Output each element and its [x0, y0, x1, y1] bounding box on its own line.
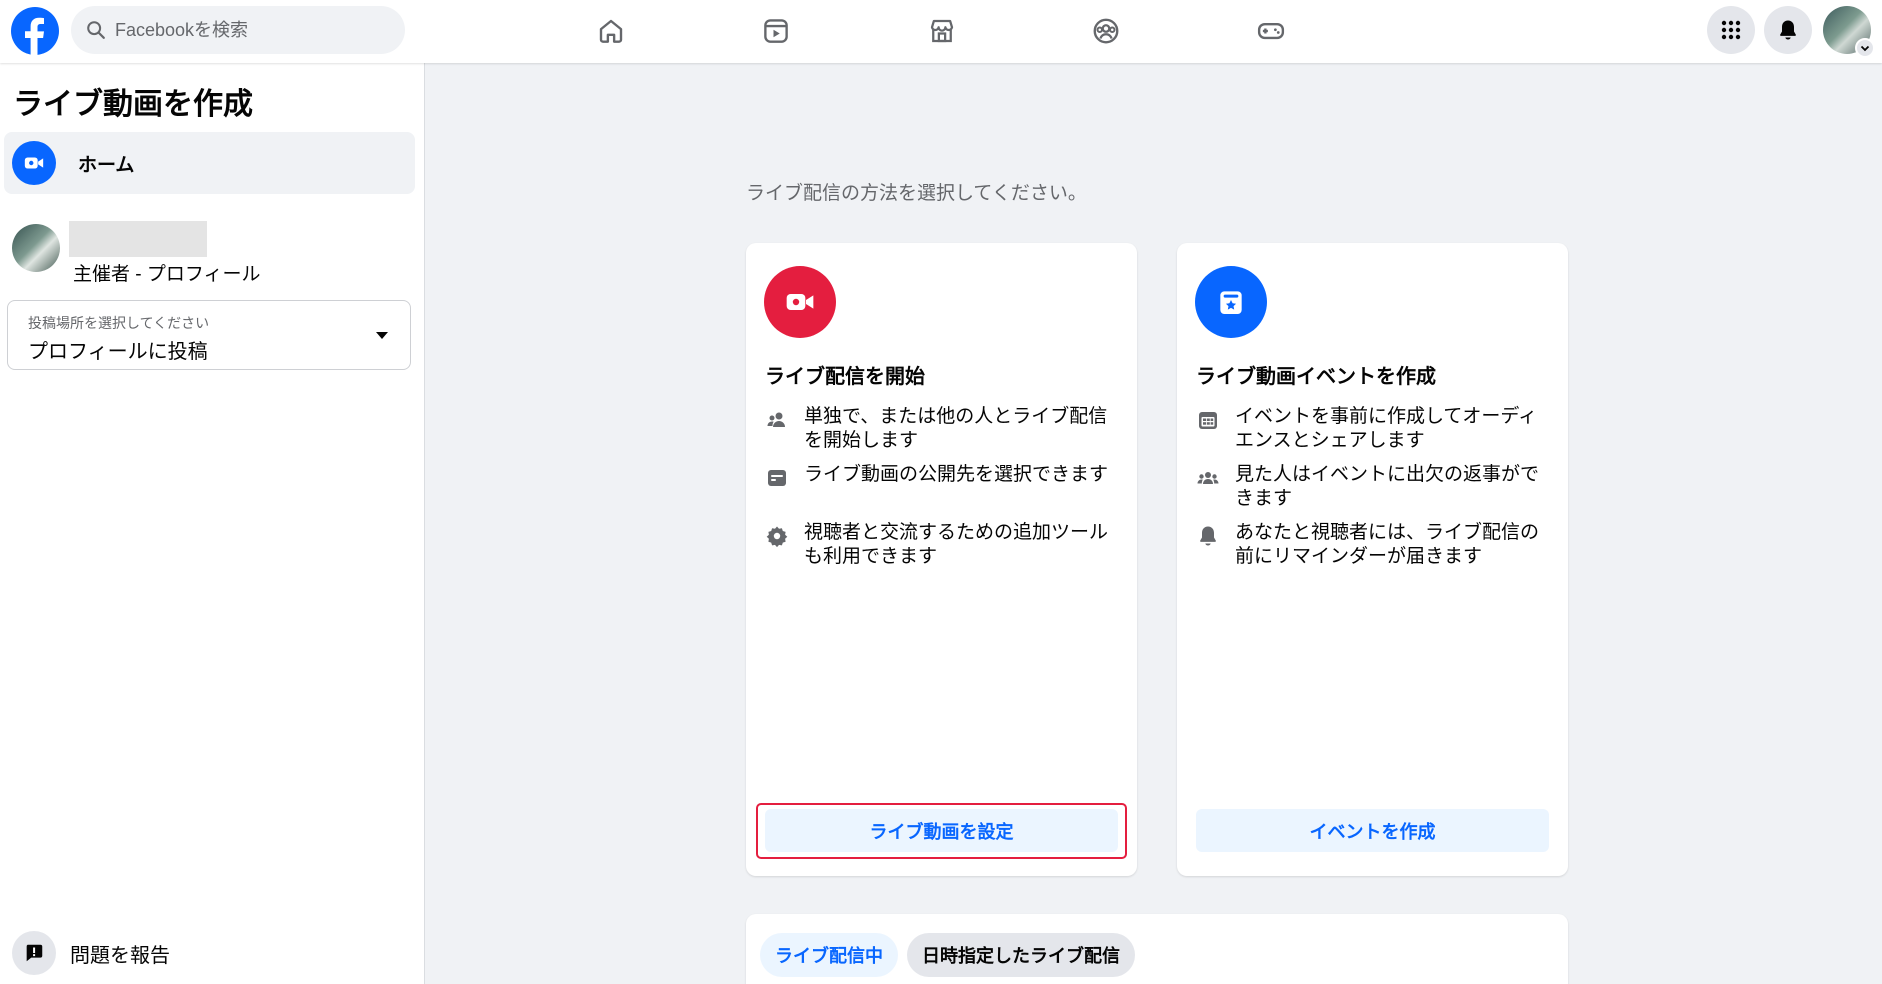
feature-text: イベントを事前に作成してオーディエンスとシェアします	[1235, 406, 1538, 451]
card-title: ライブ配信を開始	[765, 366, 925, 388]
avatar	[12, 224, 60, 272]
tab-scheduled-live[interactable]: 日時指定したライブ配信	[907, 933, 1135, 977]
video-icon	[764, 19, 788, 43]
feature-item: イベントを事前に作成してオーディエンスとシェアします	[1196, 405, 1556, 453]
feature-item: 単独で、または他の人とライブ配信を開始します	[765, 405, 1125, 453]
sidebar: ライブ動画を作成 ホーム 主催者 - プロフィール 投稿場所を選択してください …	[0, 63, 425, 984]
report-icon	[12, 931, 56, 975]
chevron-down-icon	[1855, 38, 1875, 58]
people-icon	[765, 408, 789, 432]
nav-tab-home[interactable]	[551, 6, 671, 56]
facebook-logo-icon[interactable]	[11, 7, 59, 55]
dropdown-hint: 投稿場所を選択してください	[28, 315, 210, 331]
nav-tab-video[interactable]	[716, 6, 836, 56]
bell-icon	[1196, 524, 1220, 548]
feature-text: あなたと視聴者には、ライブ配信の前にリマインダーが届きます	[1235, 522, 1540, 567]
post-location-dropdown[interactable]: 投稿場所を選択してください プロフィールに投稿	[7, 300, 411, 370]
highlight-annotation-box	[756, 803, 1127, 859]
tab-live-now[interactable]: ライブ配信中	[760, 933, 898, 977]
notifications-button[interactable]	[1764, 6, 1812, 54]
page-prompt: ライブ配信の方法を選択してください。	[746, 183, 1087, 204]
top-navigation-bar	[0, 0, 1882, 63]
card-title: ライブ動画イベントを作成	[1196, 366, 1436, 388]
menu-grid-icon	[1721, 20, 1741, 40]
notifications-bell-icon	[1780, 20, 1796, 40]
gaming-icon	[1257, 22, 1285, 40]
host-role-label: 主催者 - プロフィール	[73, 264, 261, 285]
go-live-card: ライブ配信を開始 単独で、または他の人とライブ配信を開始します ライブ動画の公開…	[746, 243, 1137, 876]
account-avatar[interactable]	[1823, 6, 1875, 58]
report-label: 問題を報告	[70, 944, 170, 967]
caret-down-icon	[376, 332, 388, 339]
report-problem-button[interactable]: 問題を報告	[12, 931, 170, 975]
home-icon	[599, 19, 623, 43]
feature-text: 見た人はイベントに出欠の返事ができます	[1235, 464, 1540, 509]
calendar-icon	[1196, 408, 1220, 432]
dropdown-value: プロフィールに投稿	[28, 341, 208, 363]
nav-tab-groups[interactable]	[1046, 6, 1166, 56]
create-event-card: ライブ動画イベントを作成 イベントを事前に作成してオーディエンスとシェアします …	[1177, 243, 1568, 876]
create-event-button[interactable]: イベントを作成	[1196, 809, 1549, 852]
search-icon	[87, 21, 105, 39]
audience-icon	[765, 466, 789, 490]
feature-text: ライブ動画の公開先を選択できます	[804, 464, 1109, 485]
gear-icon	[765, 524, 789, 548]
marketplace-icon	[930, 19, 954, 43]
feature-item: ライブ動画の公開先を選択できます	[765, 463, 1125, 490]
host-profile: 主催者 - プロフィール	[12, 221, 412, 285]
event-star-icon	[1195, 266, 1267, 338]
redacted-name	[69, 221, 207, 257]
menu-grid-button[interactable]	[1707, 6, 1755, 54]
feature-item: 視聴者と交流するための追加ツールも利用できます	[765, 521, 1125, 569]
groups-icon	[1093, 18, 1119, 44]
feature-item: 見た人はイベントに出欠の返事ができます	[1196, 463, 1556, 511]
live-video-icon	[764, 266, 836, 338]
live-video-icon	[12, 141, 56, 185]
nav-tab-gaming[interactable]	[1211, 6, 1331, 56]
search-box[interactable]	[71, 6, 405, 54]
sidebar-item-home[interactable]: ホーム	[4, 132, 415, 194]
feature-item: あなたと視聴者には、ライブ配信の前にリマインダーが届きます	[1196, 521, 1556, 569]
sidebar-title: ライブ動画を作成	[13, 88, 253, 121]
live-list-panel: ライブ配信中 日時指定したライブ配信	[746, 914, 1568, 984]
nav-tab-marketplace[interactable]	[882, 6, 1002, 56]
group-icon	[1196, 466, 1220, 490]
feature-text: 単独で、または他の人とライブ配信を開始します	[804, 406, 1108, 451]
sidebar-item-label: ホーム	[78, 154, 135, 176]
feature-text: 視聴者と交流するための追加ツールも利用できます	[804, 522, 1109, 567]
search-input[interactable]	[115, 19, 375, 41]
